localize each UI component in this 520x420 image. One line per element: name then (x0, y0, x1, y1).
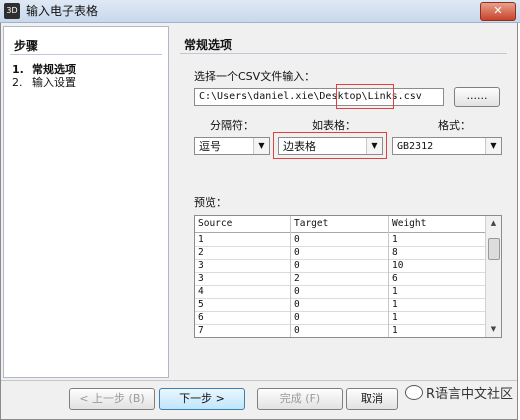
panel-title: 常规选项 (184, 38, 233, 52)
separator-label: 分隔符： (210, 119, 254, 132)
scrollbar-thumb[interactable] (488, 238, 500, 260)
format-label: 格式： (438, 119, 471, 132)
general-options-panel: 常规选项 选择一个CSV文件输入： C:\Users\daniel.xie\De… (174, 26, 513, 378)
step-number: 2. (12, 76, 23, 89)
table-cell: 7 (198, 325, 204, 336)
import-dialog: 步骤 1. 常规选项 2. 输入设置 常规选项 选择一个CSV文件输入： C:\Us… (0, 23, 518, 420)
table-cell: 1 (198, 234, 204, 245)
steps-panel: 步骤 1. 常规选项 2. 输入设置 (3, 26, 169, 378)
preview-table[interactable]: Source Target Weight 1 0 1 2 0 8 3 0 10 … (194, 215, 502, 338)
scroll-down-icon[interactable]: ▼ (487, 323, 500, 336)
table-row: 3 0 10 (195, 259, 488, 273)
back-button[interactable]: < 上一步 (B) (69, 388, 155, 410)
filename-highlight (336, 84, 394, 109)
cancel-button[interactable]: 取消 (346, 388, 398, 410)
finish-button[interactable]: 完成 (F) (257, 388, 343, 410)
step-label: 输入设置 (32, 76, 76, 89)
close-button[interactable]: ✕ (480, 2, 516, 21)
table-row: 3 2 6 (195, 272, 488, 286)
table-cell: 2 (198, 247, 204, 258)
table-cell: 1 (392, 325, 398, 336)
table-cell: 6 (198, 312, 204, 323)
separator-select[interactable]: 逗号 ▼ (194, 137, 270, 155)
table-row: 5 0 1 (195, 298, 488, 312)
table-cell: 10 (392, 260, 404, 271)
table-row: 4 0 1 (195, 285, 488, 299)
table-cell: 8 (392, 247, 398, 258)
preview-label: 预览： (194, 196, 227, 209)
column-divider (388, 216, 389, 337)
table-cell: 0 (294, 260, 300, 271)
table-cell: 3 (198, 260, 204, 271)
table-cell: 1 (392, 286, 398, 297)
table-cell: 0 (294, 286, 300, 297)
step-item-input-settings: 2. 输入设置 (12, 74, 76, 90)
table-row: 7 0 1 (195, 324, 488, 337)
table-cell: 0 (294, 312, 300, 323)
steps-divider (10, 54, 162, 55)
title-bar[interactable]: 3D 输入电子表格 ✕ (0, 0, 520, 23)
browse-button[interactable]: ...... (454, 87, 500, 107)
chevron-down-icon: ▼ (253, 138, 269, 154)
table-cell: 1 (392, 299, 398, 310)
table-header: Source Target Weight (195, 216, 488, 233)
table-cell: 0 (294, 247, 300, 258)
window-title: 输入电子表格 (26, 4, 99, 18)
table-cell: 1 (392, 234, 398, 245)
table-cell: 6 (392, 273, 398, 284)
column-divider (290, 216, 291, 337)
steps-heading: 步骤 (14, 39, 39, 53)
app-icon: 3D (4, 3, 20, 19)
separator-value: 逗号 (199, 140, 221, 153)
table-cell: 0 (294, 325, 300, 336)
table-cell: 1 (392, 312, 398, 323)
format-value: GB2312 (397, 141, 434, 152)
format-select[interactable]: GB2312 ▼ (392, 137, 502, 155)
table-label: 如表格： (312, 119, 356, 132)
vertical-scrollbar[interactable]: ▲ ▼ (485, 216, 501, 337)
file-path-field[interactable]: C:\Users\daniel.xie\Desktop\Links.csv (194, 88, 444, 106)
watermark: R语言中文社区 (405, 383, 513, 402)
watermark-text: R语言中文社区 (426, 387, 514, 402)
column-header-weight: Weight (392, 218, 427, 229)
column-header-source: Source (198, 218, 233, 229)
table-row: 2 0 8 (195, 246, 488, 260)
table-cell: 5 (198, 299, 204, 310)
column-header-target: Target (294, 218, 329, 229)
panel-divider (180, 53, 507, 54)
next-button[interactable]: 下一步 > (159, 388, 245, 410)
chevron-down-icon: ▼ (485, 138, 501, 154)
scroll-up-icon[interactable]: ▲ (487, 217, 500, 230)
close-icon: ✕ (493, 4, 503, 17)
table-cell: 4 (198, 286, 204, 297)
table-cell: 0 (294, 299, 300, 310)
file-label: 选择一个CSV文件输入： (194, 70, 316, 83)
table-cell: 2 (294, 273, 300, 284)
table-row: 6 0 1 (195, 311, 488, 325)
wechat-icon (405, 385, 423, 400)
footer-divider (1, 380, 517, 381)
table-cell: 3 (198, 273, 204, 284)
table-row: 1 0 1 (195, 233, 488, 247)
table-cell: 0 (294, 234, 300, 245)
table-type-highlight (273, 132, 387, 159)
